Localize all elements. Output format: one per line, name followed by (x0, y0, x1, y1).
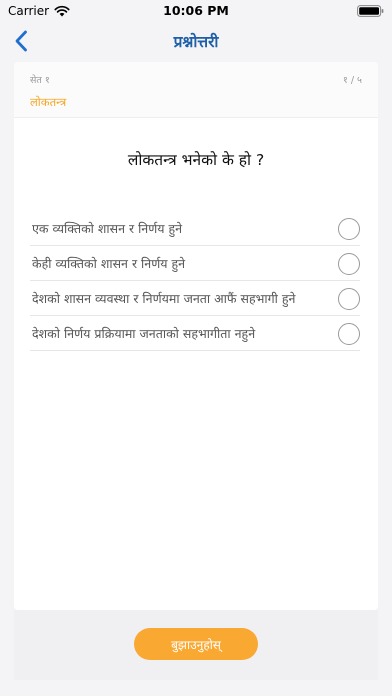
answer-option-label: एक व्यक्तिको शासन र निर्णय हुने (32, 220, 183, 236)
answer-option-label: केही व्यक्तिको शासन र निर्णय हुने (32, 255, 186, 271)
battery-icon (357, 5, 384, 17)
answer-option[interactable]: देशको शासन व्यवस्था र निर्णयमा जनता आफैं… (30, 281, 360, 316)
question-text: लोकतन्त्र भनेको के हो ? (127, 151, 265, 169)
answer-option-label: देशको शासन व्यवस्था र निर्णयमा जनता आफैं… (32, 290, 296, 306)
radio-button[interactable] (338, 218, 360, 240)
quiz-screen: Carrier 10:06 PM प्रश्नोत्तरी सेत १ १ / … (0, 0, 392, 696)
answer-option-label: देशको निर्णय प्रक्रियामा जनताको सहभागीता… (32, 325, 256, 341)
topic-label: लोकतन्त्र (30, 95, 67, 109)
question-progress: १ / ५ (342, 75, 362, 86)
radio-button[interactable] (338, 288, 360, 310)
submit-button[interactable]: बुझाउनुहोस् (134, 628, 258, 660)
chevron-left-icon (15, 30, 27, 52)
nav-bar: प्रश्नोत्तरी (0, 22, 392, 60)
status-bar: Carrier 10:06 PM (0, 0, 392, 22)
answer-options: एक व्यक्तिको शासन र निर्णय हुने केही व्य… (30, 211, 360, 351)
question-card: सेत १ १ / ५ लोकतन्त्र लोकतन्त्र भनेको के… (14, 62, 378, 610)
set-label: सेत १ (30, 75, 50, 86)
page-title: प्रश्नोत्तरी (173, 33, 219, 51)
answer-option[interactable]: केही व्यक्तिको शासन र निर्णय हुने (30, 246, 360, 281)
card-header: सेत १ १ / ५ लोकतन्त्र (14, 62, 378, 118)
status-time: 10:06 PM (163, 3, 229, 18)
radio-button[interactable] (338, 323, 360, 345)
back-button[interactable] (6, 26, 36, 56)
answer-option[interactable]: देशको निर्णय प्रक्रियामा जनताको सहभागीता… (30, 316, 360, 351)
radio-button[interactable] (338, 253, 360, 275)
answer-option[interactable]: एक व्यक्तिको शासन र निर्णय हुने (30, 211, 360, 246)
